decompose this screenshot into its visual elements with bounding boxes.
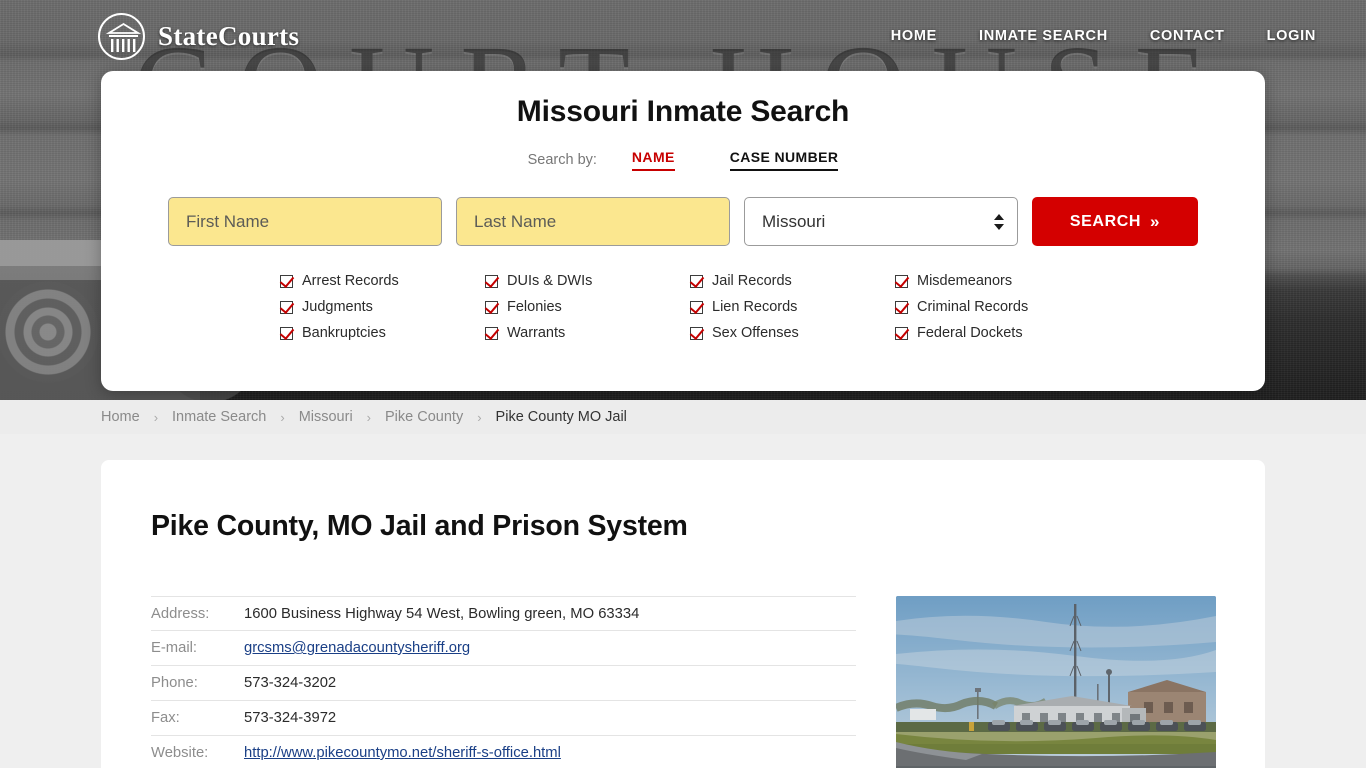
- search-button-label: SEARCH: [1069, 212, 1142, 230]
- detail-label-fax: Fax:: [151, 710, 180, 726]
- website-link[interactable]: http://www.pikecountymo.net/sheriff-s-of…: [244, 745, 561, 761]
- checkbox-duis-dwis[interactable]: DUIs & DWIs: [485, 273, 690, 289]
- facility-details-table: Address: 1600 Business Highway 54 West, …: [151, 596, 856, 768]
- checked-box-icon: [485, 274, 498, 288]
- inmate-search-card: Missouri Inmate Search Search by: NAME C…: [101, 71, 1265, 391]
- detail-value-website: http://www.pikecountymo.net/sheriff-s-of…: [244, 745, 561, 761]
- state-select-wrapper: Missouri: [744, 197, 1018, 246]
- breadcrumb-item-pike-county[interactable]: Pike County: [385, 409, 463, 425]
- checkbox-label: Federal Dockets: [917, 325, 1023, 341]
- checkbox-label: Warrants: [507, 325, 566, 341]
- last-name-input[interactable]: [456, 197, 730, 246]
- main-navigation: HOME INMATE SEARCH CONTACT LOGIN: [891, 28, 1316, 44]
- detail-label-phone: Phone:: [151, 675, 198, 691]
- hero-header: COURT HOUSE StateCourts HOME INMATE SEAR…: [0, 0, 1366, 400]
- nav-item-inmate-search[interactable]: INMATE SEARCH: [979, 28, 1108, 44]
- checked-box-icon: [280, 274, 293, 288]
- checkbox-label: Arrest Records: [302, 273, 399, 289]
- checkbox-arrest-records[interactable]: Arrest Records: [280, 273, 485, 289]
- brand-logo[interactable]: StateCourts: [98, 12, 300, 60]
- detail-value-email: grcsms@grenadacountysheriff.org: [244, 640, 470, 656]
- table-row: Phone: 573-324-3202: [151, 666, 856, 701]
- breadcrumb: Home › Inmate Search › Missouri › Pike C…: [0, 400, 1366, 434]
- search-card-title: Missouri Inmate Search: [516, 95, 850, 128]
- checkbox-label: DUIs & DWIs: [507, 273, 593, 289]
- table-row: E-mail: grcsms@grenadacountysheriff.org: [151, 631, 856, 666]
- checkbox-criminal-records[interactable]: Criminal Records: [895, 299, 1100, 315]
- checked-box-icon: [280, 300, 293, 314]
- detail-label-email: E-mail:: [151, 640, 198, 656]
- checked-box-icon: [280, 326, 293, 340]
- page-title: Pike County, MO Jail and Prison System: [151, 510, 688, 542]
- checkbox-lien-records[interactable]: Lien Records: [690, 299, 895, 315]
- jail-photo: [896, 596, 1216, 768]
- chevron-right-icon: ›: [153, 409, 159, 425]
- checkbox-label: Sex Offenses: [712, 325, 799, 341]
- checkbox-label: Lien Records: [712, 299, 798, 315]
- search-by-label: Search by:: [527, 152, 597, 168]
- checkbox-label: Bankruptcies: [302, 325, 386, 341]
- nav-item-home[interactable]: HOME: [891, 28, 937, 44]
- checked-box-icon: [690, 326, 703, 340]
- checkbox-bankruptcies[interactable]: Bankruptcies: [280, 325, 485, 341]
- brand-name-text: StateCourts: [158, 20, 300, 51]
- checkbox-label: Misdemeanors: [917, 273, 1013, 289]
- detail-layout: Address: 1600 Business Highway 54 West, …: [151, 596, 1216, 768]
- state-select[interactable]: Missouri: [744, 197, 1018, 246]
- breadcrumb-item-missouri[interactable]: Missouri: [299, 409, 353, 425]
- checkbox-label: Jail Records: [712, 273, 792, 289]
- checked-box-icon: [485, 326, 498, 340]
- breadcrumb-item-current: Pike County MO Jail: [495, 409, 627, 425]
- checked-box-icon: [690, 274, 703, 288]
- breadcrumb-item-home[interactable]: Home: [101, 409, 140, 425]
- record-type-checkbox-grid: Arrest Records DUIs & DWIs Jail Records …: [101, 273, 1265, 341]
- checkbox-federal-dockets[interactable]: Federal Dockets: [895, 325, 1100, 341]
- breadcrumb-item-inmate-search[interactable]: Inmate Search: [172, 409, 266, 425]
- checked-box-icon: [690, 300, 703, 314]
- checkbox-jail-records[interactable]: Jail Records: [690, 273, 895, 289]
- search-button[interactable]: SEARCH »: [1032, 197, 1198, 246]
- table-row: Fax: 573-324-3972: [151, 701, 856, 736]
- checked-box-icon: [485, 300, 498, 314]
- nav-item-login[interactable]: LOGIN: [1267, 28, 1316, 44]
- nav-item-contact[interactable]: CONTACT: [1150, 28, 1225, 44]
- detail-label-website: Website:: [151, 745, 209, 761]
- checkbox-felonies[interactable]: Felonies: [485, 299, 690, 315]
- detail-value-phone: 573-324-3202: [244, 675, 337, 691]
- search-by-row: Search by: NAME CASE NUMBER: [101, 149, 1265, 171]
- checkbox-warrants[interactable]: Warrants: [485, 325, 690, 341]
- tab-case-number[interactable]: CASE NUMBER: [729, 149, 839, 171]
- chevron-right-icon: ›: [477, 409, 482, 425]
- detail-value-fax: 573-324-3972: [244, 710, 337, 726]
- courthouse-circle-icon: [98, 12, 145, 60]
- site-header-bar: StateCourts HOME INMATE SEARCH CONTACT L…: [0, 0, 1366, 72]
- chevron-right-icon: ›: [366, 409, 372, 425]
- detail-value-address: 1600 Business Highway 54 West, Bowling g…: [244, 605, 640, 622]
- double-chevron-right-icon: »: [1150, 211, 1161, 231]
- checkbox-sex-offenses[interactable]: Sex Offenses: [690, 325, 895, 341]
- chevron-right-icon: ›: [280, 409, 285, 425]
- checkbox-label: Criminal Records: [917, 299, 1029, 315]
- detail-label-address: Address:: [151, 605, 210, 622]
- table-row: Website: http://www.pikecountymo.net/she…: [151, 736, 856, 768]
- checked-box-icon: [895, 274, 908, 288]
- checkbox-label: Judgments: [302, 299, 373, 315]
- main-content-area: Pike County, MO Jail and Prison System A…: [0, 434, 1366, 768]
- first-name-input[interactable]: [168, 197, 442, 246]
- checkbox-misdemeanors[interactable]: Misdemeanors: [895, 273, 1100, 289]
- checked-box-icon: [895, 300, 908, 314]
- checked-box-icon: [895, 326, 908, 340]
- table-row: Address: 1600 Business Highway 54 West, …: [151, 596, 856, 631]
- checkbox-label: Felonies: [507, 299, 562, 315]
- email-link[interactable]: grcsms@grenadacountysheriff.org: [244, 640, 470, 656]
- checkbox-judgments[interactable]: Judgments: [280, 299, 485, 315]
- tab-name[interactable]: NAME: [631, 149, 675, 171]
- search-form-row: Missouri SEARCH »: [101, 197, 1265, 246]
- detail-card: Pike County, MO Jail and Prison System A…: [101, 460, 1265, 768]
